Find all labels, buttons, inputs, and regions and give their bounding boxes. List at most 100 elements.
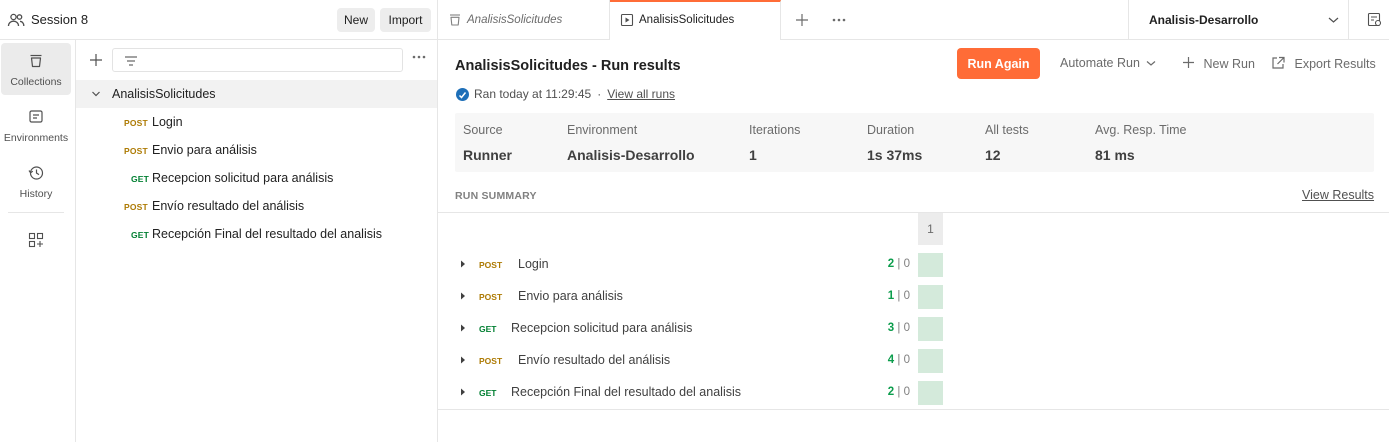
- new-button[interactable]: New: [337, 8, 375, 32]
- run-again-button[interactable]: Run Again: [957, 48, 1040, 79]
- sidebar-item-label: Collections: [10, 76, 62, 88]
- export-results-label: Export Results: [1294, 57, 1376, 71]
- automate-run-label: Automate Run: [1060, 56, 1140, 70]
- collection-name: AnalisisSolicitudes: [112, 87, 216, 101]
- passed-count: 2: [887, 386, 895, 398]
- new-run-label: New Run: [1203, 57, 1255, 71]
- caret-right-icon[interactable]: [460, 388, 466, 396]
- tab-collection[interactable]: AnalisisSolicitudes: [438, 0, 610, 40]
- filter-icon[interactable]: [124, 55, 138, 67]
- page-title: AnalisisSolicitudes - Run results: [455, 58, 681, 74]
- request-method-badge: POST: [124, 118, 148, 128]
- more-options-icon[interactable]: [412, 54, 426, 60]
- summary-row[interactable]: GET Recepcion solicitud para análisis 3 …: [438, 313, 918, 345]
- stat-all-tests-label: All tests: [985, 123, 1029, 137]
- collections-icon: [30, 54, 42, 68]
- iteration-cell-pass[interactable]: [918, 285, 943, 309]
- run-stats: Source Runner Environment Analisis-Desar…: [455, 113, 1374, 172]
- export-results-button[interactable]: Export Results: [1271, 56, 1376, 71]
- iteration-header[interactable]: 1: [918, 213, 943, 245]
- test-count: 3 | 0: [888, 322, 910, 334]
- failed-count: 0: [903, 354, 910, 366]
- tab-runner[interactable]: AnalisisSolicitudes: [610, 0, 781, 40]
- iteration-column: 1: [918, 213, 943, 409]
- sidebar-item-environments[interactable]: Environments: [1, 99, 71, 151]
- request-name: Recepcion solicitud para análisis: [511, 321, 693, 335]
- sidebar-item-label: History: [19, 188, 53, 200]
- sidebar-rail: Collections Environments History: [0, 40, 76, 442]
- sidebar-item-collections[interactable]: Collections: [1, 43, 71, 95]
- count-separator: |: [897, 386, 901, 398]
- stat-source-value: Runner: [463, 147, 512, 163]
- run-meta: Ran today at 11:29:45 · View all runs: [455, 86, 675, 102]
- count-separator: |: [897, 290, 901, 302]
- runner-tab-icon: [620, 13, 634, 27]
- chevron-down-icon[interactable]: [91, 90, 101, 98]
- environments-icon: [29, 110, 43, 123]
- summary-row[interactable]: POST Envío resultado del análisis 4 | 0: [438, 345, 918, 377]
- stat-iterations-value: 1: [749, 147, 757, 163]
- history-icon: [28, 166, 44, 180]
- iteration-cell-pass[interactable]: [918, 253, 943, 277]
- caret-right-icon[interactable]: [460, 324, 466, 332]
- tab-overflow-icon[interactable]: [832, 17, 846, 23]
- collection-search-input[interactable]: [112, 48, 403, 72]
- passed-count: 4: [887, 354, 895, 366]
- environment-quick-look-icon[interactable]: [1367, 12, 1383, 28]
- passed-count: 1: [887, 290, 895, 302]
- collection-item[interactable]: AnalisisSolicitudes: [76, 80, 437, 108]
- tab-label: AnalisisSolicitudes: [467, 14, 563, 26]
- tab-bar: AnalisisSolicitudes AnalisisSolicitudes …: [438, 0, 1389, 40]
- iteration-cell-pass[interactable]: [918, 317, 943, 341]
- request-method-badge: POST: [479, 356, 503, 366]
- add-collection-icon[interactable]: [88, 52, 104, 68]
- workspace-title[interactable]: Session 8: [31, 12, 88, 27]
- iteration-cell-pass[interactable]: [918, 349, 943, 373]
- summary-row[interactable]: POST Envio para análisis 1 | 0: [438, 281, 918, 313]
- chevron-down-icon: [1328, 17, 1339, 23]
- caret-right-icon[interactable]: [460, 356, 466, 364]
- import-button[interactable]: Import: [380, 8, 431, 32]
- workspace-header: Session 8 New Import: [0, 0, 438, 40]
- request-name: Login: [518, 257, 549, 271]
- new-tab-icon[interactable]: [795, 13, 809, 27]
- stat-source-label: Source: [463, 123, 503, 137]
- summary-row[interactable]: GET Recepción Final del resultado del an…: [438, 377, 918, 409]
- request-method-badge: POST: [479, 292, 503, 302]
- caret-right-icon[interactable]: [460, 292, 466, 300]
- request-method-badge: POST: [124, 202, 148, 212]
- request-item[interactable]: POST Envio para análisis: [76, 136, 437, 164]
- request-method-badge: GET: [131, 174, 150, 184]
- count-separator: |: [897, 258, 901, 270]
- view-all-runs-link[interactable]: View all runs: [607, 87, 675, 101]
- stat-environment-label: Environment: [567, 123, 638, 137]
- request-item[interactable]: POST Envío resultado del análisis: [76, 192, 437, 220]
- stat-all-tests-value: 12: [985, 147, 1001, 163]
- view-results-link[interactable]: View Results: [1302, 188, 1374, 202]
- summary-row[interactable]: POST Login 2 | 0: [438, 249, 918, 281]
- request-item[interactable]: GET Recepcion solicitud para análisis: [76, 164, 437, 192]
- run-timestamp: Ran today at 11:29:45: [474, 87, 592, 101]
- meta-separator: ·: [597, 87, 602, 101]
- add-widget-icon: [28, 232, 44, 248]
- stat-iterations-label: Iterations: [749, 123, 801, 137]
- test-count: 4 | 0: [888, 354, 910, 366]
- passed-count: 2: [887, 258, 895, 270]
- caret-right-icon[interactable]: [460, 260, 466, 268]
- request-item[interactable]: POST Login: [76, 108, 437, 136]
- tab-label: AnalisisSolicitudes: [639, 14, 735, 26]
- test-count: 1 | 0: [888, 290, 910, 302]
- environment-select[interactable]: Analisis-Desarrollo: [1128, 0, 1349, 40]
- iteration-cell-pass[interactable]: [918, 381, 943, 405]
- automate-run-button[interactable]: Automate Run: [1060, 56, 1156, 70]
- stat-environment-value: Analisis-Desarrollo: [567, 147, 695, 163]
- run-summary-heading: RUN SUMMARY: [455, 190, 537, 202]
- request-item[interactable]: GET Recepción Final del resultado del an…: [76, 220, 437, 248]
- sidebar-item-label: Environments: [3, 132, 69, 144]
- request-name: Envio para análisis: [152, 143, 257, 157]
- test-count: 2 | 0: [888, 258, 910, 270]
- sidebar-item-configure[interactable]: [1, 219, 71, 259]
- export-icon: [1272, 56, 1285, 69]
- new-run-button[interactable]: New Run: [1182, 56, 1255, 71]
- sidebar-item-history[interactable]: History: [1, 155, 71, 207]
